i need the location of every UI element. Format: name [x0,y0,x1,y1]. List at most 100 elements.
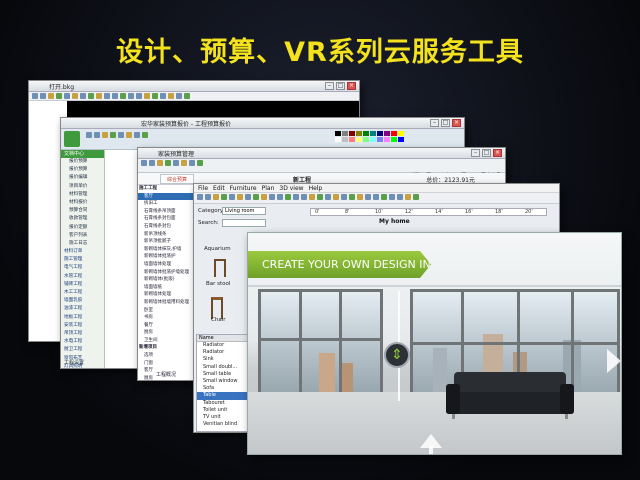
tree-item[interactable]: 选项 [138,352,197,360]
sidebar-item[interactable]: 客户列表 [61,232,104,240]
window-title: 宏华家装预算报价 - 工程预算报价 [141,121,231,128]
window-glass-left [258,289,383,396]
tree-item[interactable]: 石膏线条封包 [138,223,197,231]
close-button[interactable]: × [452,119,461,127]
sidebar-item[interactable]: 报价定额 [61,224,104,232]
tree-item[interactable]: 石膏线条封包面 [138,215,197,223]
sidebar-group[interactable]: 铺砖工程 [61,281,104,289]
tree-item[interactable]: 新吊顶批腻子 [138,238,197,246]
menu-item[interactable]: File [198,184,208,192]
sidebar-group[interactable]: 材料订单 [61,248,104,256]
sidebar-item[interactable]: 报价编辑 [61,174,104,182]
thumb-label-chair[interactable]: Chair [211,317,226,323]
sidebar-group[interactable]: 墙面乳胶 [61,297,104,305]
menubar: File Edit Furniture Plan 3D view Help [194,184,559,193]
project-tree: 施工工程 客厅 拆旧工 石膏线条吊顶面 石膏线条封包面 石膏线条封包 新吊顶线条 新吊顶批腻子… [138,185,198,380]
arrow-right-icon[interactable] [607,349,621,373]
tree-item[interactable]: 施工工程 [138,185,197,193]
titlebar: 打开.bkg – □ × [29,81,359,92]
sidebar-item[interactable]: 材料管理 [61,191,104,199]
sidebar-group[interactable]: 水管工程 [61,273,104,281]
tree-item[interactable]: 卧室 [138,307,197,315]
sidebar-item[interactable]: 报价预算 [61,158,104,166]
tree-item[interactable]: 书房 [138,314,197,322]
slide-title: 设计、预算、VR系列云服务工具 [116,37,524,68]
promo-banner: CREATE YOUR OWN DESIGN IN 3D [248,251,431,278]
thumb-label-aquarium[interactable]: Aquarium [204,246,231,252]
chair-icon[interactable] [211,297,223,319]
sidebar-group[interactable]: 水电工程 [61,338,104,346]
sidebar-group[interactable]: 地板工程 [61,314,104,322]
category-select[interactable]: Living room [222,207,266,215]
sidebar-group[interactable]: 施工管理 [61,256,104,264]
tree-bottom-tab[interactable]: 工程概况 [156,371,176,378]
sidebar-item[interactable]: 报价预算 [61,166,104,174]
tree-item[interactable]: 厨房 [138,329,197,337]
maximize-button[interactable]: □ [441,119,450,127]
titlebar: 宏华家装预算报价 - 工程预算报价 – □ × [61,118,464,129]
menu-item[interactable]: Plan [262,184,275,192]
tree-item[interactable]: 新吊顶线条 [138,231,197,239]
tree-item[interactable]: 客厅 [138,192,197,201]
thumb-label-bar-stool[interactable]: Bar stool [206,281,230,287]
toolbar [29,92,359,101]
category-label: Category: [198,208,225,214]
minimize-button[interactable]: – [471,149,480,157]
titlebar: 家装预算管理 – □ × [138,148,505,159]
plan-title: My home [379,218,410,225]
toolbar: 新建工程打开工程导出产品 [138,159,505,179]
app-logo-icon [64,131,80,147]
search-label: Search: [198,220,219,226]
maximize-button[interactable]: □ [336,82,345,90]
menu-item[interactable]: 3D view [279,184,303,192]
window-title: 家装预算管理 [158,151,195,158]
sidebar-item[interactable]: 项目单价 [61,183,104,191]
bar-stool-icon[interactable] [214,259,226,277]
sidebar-bottom[interactable]: 工程设置 [64,359,84,366]
sidebar-item[interactable]: 施工日志 [61,240,104,248]
tree-item[interactable]: 门窗 [138,360,197,368]
sidebar-group[interactable]: 木工工程 [61,289,104,297]
sidebar-group[interactable]: 吊顶工程 [61,330,104,338]
sofa-model[interactable] [446,372,574,419]
tree-item[interactable]: 新砌墙体抹灰,护墙 [138,246,197,254]
tree-item[interactable]: 新增项目 [138,344,197,352]
plan-ruler: 0' 8' 10' 12' 14' 16' 18' 20' [310,208,547,216]
tree-item[interactable]: 新砌墙体(批嵌) [138,276,197,284]
tree-item[interactable]: 新砌墙体批墙用料处理 [138,299,197,307]
tree-item[interactable]: 石膏线条吊顶面 [138,208,197,216]
sidebar-group[interactable]: 厨卫工程 [61,346,104,354]
tree-item[interactable]: 新砌墙体处理 [138,291,197,299]
tree-item[interactable]: 拆旧工 [138,200,197,208]
ruler-tick: 14' [435,209,443,215]
navigation-compass-icon[interactable]: ⇕ [384,342,410,368]
menu-item[interactable]: Furniture [230,184,257,192]
maximize-button[interactable]: □ [482,149,491,157]
sidebar: 文档中心 报价预算 报价预算 报价编辑 项目单价 材料管理 材料报价 预算合同 收款管理 报价定… [61,150,105,368]
sidebar-item[interactable]: 收款管理 [61,215,104,223]
menu-item[interactable]: Help [309,184,323,192]
tree-item[interactable]: 新砌墙体批荡护墙处理 [138,269,197,277]
sidebar-group[interactable]: 安装工程 [61,322,104,330]
menu-item[interactable]: Edit [213,184,225,192]
close-button[interactable]: × [347,82,356,90]
sidebar-group[interactable]: 油漆工程 [61,305,104,313]
minimize-button[interactable]: – [430,119,439,127]
tree-item[interactable]: 墙面墙体处理 [138,261,197,269]
sidebar-item[interactable]: 预算合同 [61,207,104,215]
tree-item[interactable]: 墙面墙纸 [138,284,197,292]
minimize-button[interactable]: – [325,82,334,90]
color-palette[interactable] [335,131,404,142]
tree-item[interactable]: 餐厅 [138,322,197,330]
ruler-tick: 16' [465,209,473,215]
tab-budget[interactable]: 综合预算 [160,174,195,184]
close-button[interactable]: × [493,149,502,157]
sidebar-group[interactable]: 电气工程 [61,264,104,272]
window-3d-view: CREATE YOUR OWN DESIGN IN 3D ⇕ [247,232,622,455]
tree-item[interactable]: 新砌墙体批荡护 [138,253,197,261]
search-input[interactable] [222,219,266,227]
sidebar-item[interactable]: 材料报价 [61,199,104,207]
column-name[interactable]: Name [199,335,214,341]
tree-item[interactable]: 卫生间 [138,337,197,345]
toolbar [194,193,559,204]
